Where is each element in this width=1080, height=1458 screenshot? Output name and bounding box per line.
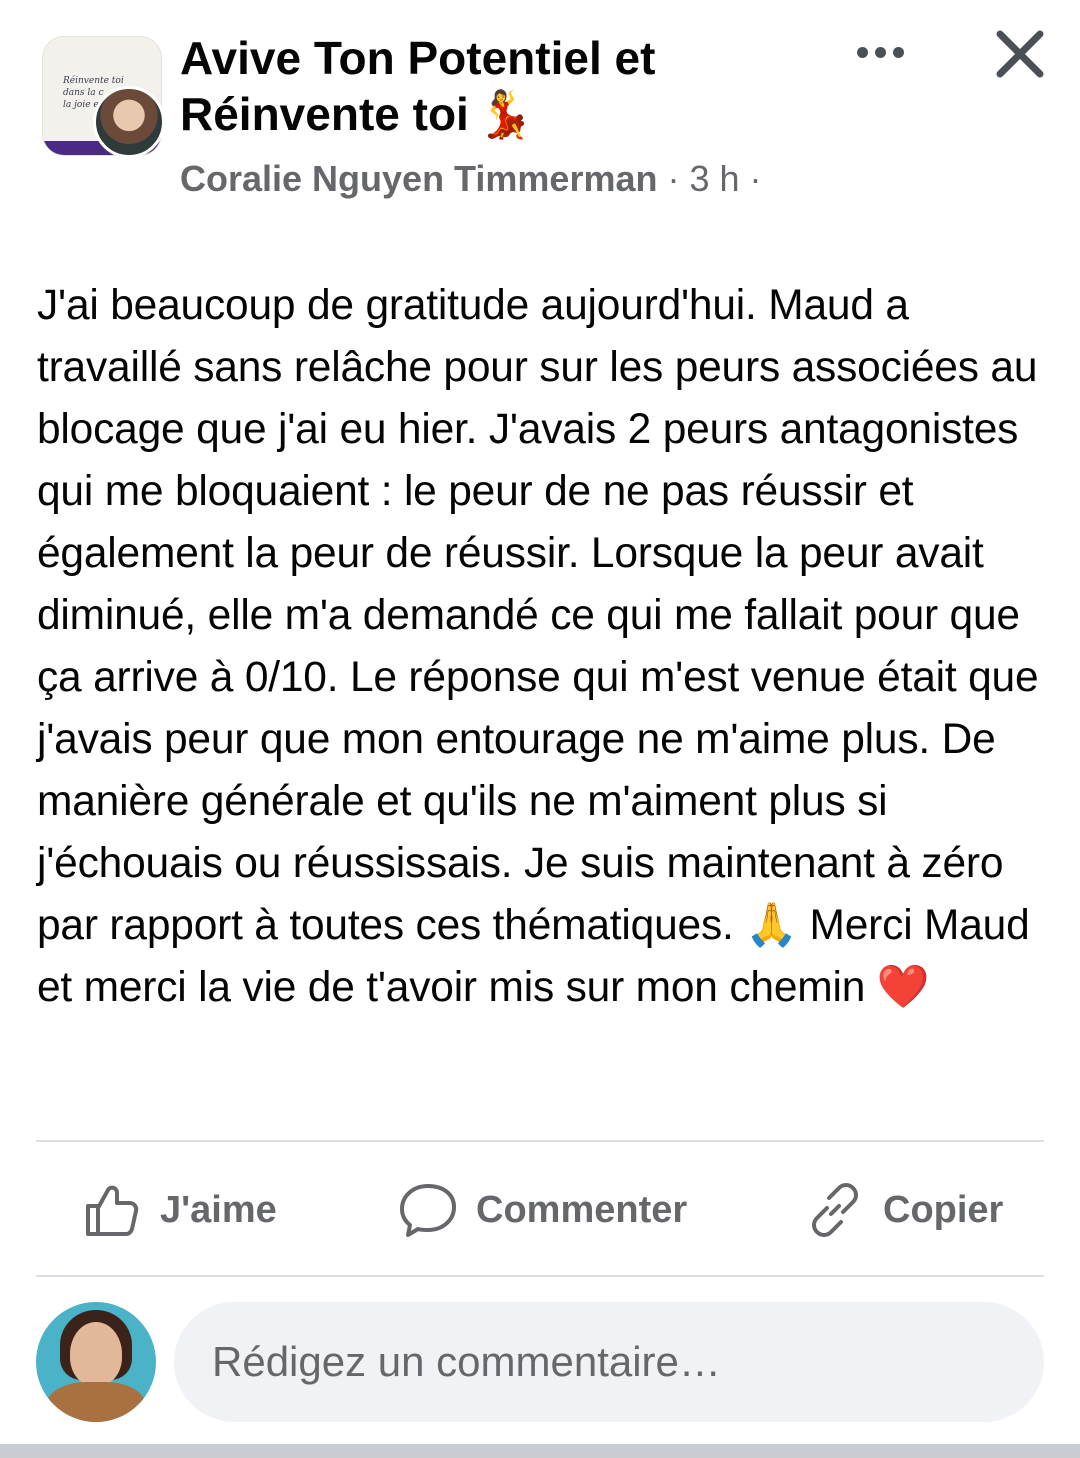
bottom-edge bbox=[0, 1444, 1080, 1458]
author-name-link[interactable]: Coralie Nguyen Timmerman bbox=[180, 158, 657, 199]
more-horizontal-icon bbox=[892, 46, 904, 58]
meta-separator: · bbox=[657, 158, 690, 199]
close-button[interactable] bbox=[992, 26, 1048, 82]
comment-button[interactable]: Commenter bbox=[398, 1145, 687, 1275]
group-avatar-line: Réinvente toi bbox=[63, 76, 124, 86]
avatar-coat bbox=[46, 1382, 146, 1422]
comment-label: Commenter bbox=[476, 1188, 688, 1231]
divider bbox=[36, 1275, 1044, 1277]
copy-link-button[interactable]: Copier bbox=[805, 1145, 1003, 1275]
close-icon bbox=[996, 30, 1044, 78]
group-name-text: Avive Ton Potentiel et Réinvente toi bbox=[180, 32, 656, 140]
heart-emoji: ❤️ bbox=[876, 963, 930, 1012]
group-name-link[interactable]: Avive Ton Potentiel et Réinvente toi 💃 bbox=[180, 30, 780, 142]
meta-separator: · bbox=[739, 158, 762, 199]
link-icon bbox=[812, 1183, 858, 1237]
author-avatar[interactable] bbox=[93, 86, 165, 158]
comment-bubble-icon bbox=[400, 1184, 456, 1237]
copy-label: Copier bbox=[883, 1188, 1004, 1231]
current-user-avatar[interactable] bbox=[36, 1302, 156, 1422]
thumbs-up-icon bbox=[86, 1185, 139, 1236]
pray-emoji: 🙏 bbox=[745, 901, 798, 950]
post-header: Réinvente toi dans la c la joie e Avive … bbox=[0, 0, 1080, 230]
comment-input[interactable] bbox=[174, 1302, 1044, 1422]
post-meta: Coralie Nguyen Timmerman · 3 h · bbox=[180, 158, 762, 200]
more-horizontal-icon bbox=[856, 46, 868, 58]
post-text: J'ai beaucoup de gratitude aujourd'hui. … bbox=[37, 275, 1047, 1019]
like-label: J'aime bbox=[160, 1188, 277, 1231]
post-text-part: J'ai beaucoup de gratitude aujourd'hui. … bbox=[37, 282, 1051, 949]
avatar-face bbox=[70, 1322, 122, 1386]
divider bbox=[36, 1140, 1044, 1142]
like-button[interactable]: J'aime bbox=[82, 1145, 277, 1275]
more-horizontal-icon bbox=[874, 46, 886, 58]
post-time[interactable]: 3 h bbox=[689, 158, 739, 199]
dancer-emoji: 💃 bbox=[476, 87, 535, 141]
action-bar: J'aime Commenter Copier bbox=[0, 1145, 1080, 1275]
more-options-button[interactable] bbox=[848, 30, 912, 74]
